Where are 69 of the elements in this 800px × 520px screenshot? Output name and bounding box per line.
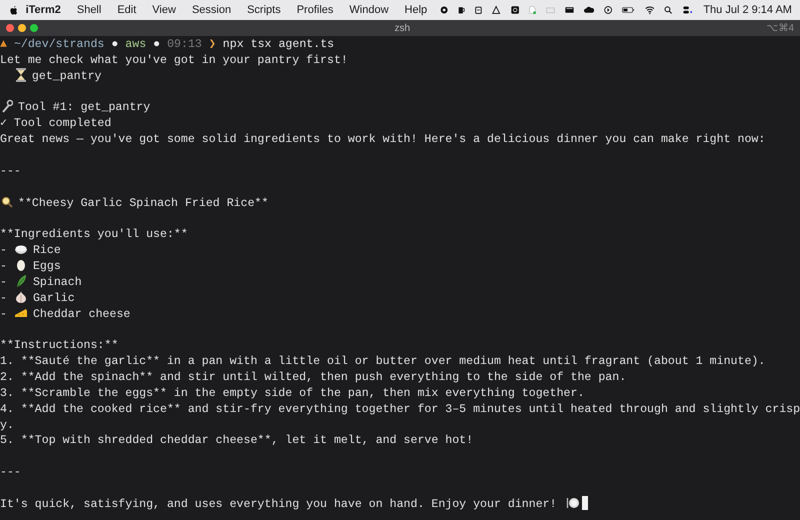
output-line: **Ingredients you'll use:** [0,228,188,242]
menu-item[interactable]: Shell [68,4,110,16]
close-button[interactable] [6,24,14,32]
text-cursor [582,496,588,510]
ingredient-text: Eggs [32,260,61,274]
menu-item[interactable]: Window [341,4,397,16]
play-icon[interactable] [604,4,612,16]
plate-icon [566,496,580,510]
output-line: 1. **Sauté the garlic** in a pan with a little oil or butter over medium heat until fragrant (about 1 minute). [0,355,766,368]
prompt-separator: ● [111,38,118,51]
minimize-button[interactable] [18,24,26,32]
cloud-icon[interactable] [584,4,594,16]
leaf-icon [14,274,28,288]
window-title: zsh [393,22,411,34]
output-line: get_pantry [32,70,102,83]
document-icon[interactable] [528,4,536,16]
list-bullet: - [0,244,7,258]
zoom-button[interactable] [30,24,38,32]
command-text: npx tsx agent.ts [222,38,334,51]
output-line: It's quick, satisfying, and uses everything you have on hand. Enjoy your dinner! [0,498,557,511]
output-line: Tool #1: get_pantry [18,102,150,114]
prompt-separator: ● [153,38,160,51]
control-center-icon[interactable] [682,4,692,16]
ingredient-text: Garlic [32,292,75,305]
output-line: Let me check what you've got in your pantry first! [0,54,348,67]
output-line: ✓ Tool completed [0,117,112,130]
menubar-clock[interactable]: Thu Jul 2 9:14 AM [703,4,792,16]
output-line: **Cheesy Garlic Spinach Fried Rice** [18,196,268,210]
output-line: 2. **Add the spinach** and stir until wilted, then push everything to the side of the pan. [0,371,626,384]
menu-item[interactable]: Scripts [239,4,289,16]
prompt-arrow: ❯ [208,38,216,51]
app-menu[interactable]: iTerm2 [18,4,69,16]
menu-item[interactable]: Edit [109,4,144,16]
output-line: Great news — you've got some solid ingredients to work with! Here's a delicious dinner you can make right now: [0,133,766,146]
prompt-path: ~/dev/strands [14,38,104,51]
hourglass-icon [14,68,27,82]
menu-item[interactable]: View [144,4,184,16]
list-bullet: - [0,276,7,289]
logo-icon [10,4,18,16]
menu-item[interactable]: Profiles [288,4,342,16]
menu-item[interactable]: Help [396,4,436,16]
triangle-icon[interactable] [492,4,501,16]
app-icon[interactable] [510,4,519,16]
window-icon[interactable] [564,4,574,16]
shortcut-label: ⌥⌘4 [766,22,794,34]
list-bullet: - [0,308,7,321]
output-line: 3. **Scramble the eggs** in the empty side of the pan, then mix everything together. [0,386,584,400]
record-icon[interactable] [440,4,448,16]
list-bullet: - [0,260,7,274]
menu-item[interactable]: Session [184,4,240,16]
prompt-time: 09:13 [167,38,202,51]
output-line: y. [0,418,14,432]
mug-icon[interactable] [458,4,466,16]
output-line: --- [0,466,21,480]
output-line: 5. **Top with shredded cheddar cheese**, let it melt, and serve hot! [0,434,474,448]
output-line: --- [0,164,21,178]
output-line: 4. **Add the cooked rice** and stir-fry everything together for 3–5 minutes until heated through and slightly crisp [0,402,800,416]
garlic-icon [14,290,28,304]
list-bullet: - [0,292,7,305]
wifi-icon[interactable] [644,4,654,16]
search-icon[interactable] [664,4,673,16]
ingredient-text: Cheddar cheese [32,308,130,321]
output-line: **Instructions:** [0,339,118,352]
magnifier-icon [1,194,13,209]
prompt-context: aws [125,38,146,51]
ingredient-text: Spinach [32,276,82,289]
ingredient-text: Rice [32,244,61,258]
prompt-glyph: ▲ [0,38,7,51]
battery-icon[interactable] [622,4,635,16]
